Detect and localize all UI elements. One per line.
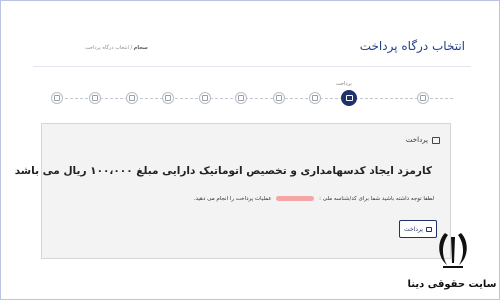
step-person-icon[interactable] [309,92,321,104]
briefcase-icon [276,95,282,101]
help-icon [202,95,208,101]
notice-before: لطفا توجه داشته باشید شما برای کد/شناسه … [319,196,434,202]
breadcrumb: سجام / انتخاب درگاه پرداخت [85,45,148,51]
card-heading: پرداخت [406,136,440,144]
fee-message: کارمزد ایجاد کدسهامداری و تخصیص اتوماتیک… [14,165,432,177]
step-card-icon[interactable] [89,92,101,104]
breadcrumb-page: انتخاب درگاه پرداخت [85,45,129,51]
step-info-icon[interactable] [417,92,429,104]
app-frame: انتخاب درگاه پرداخت سجام / انتخاب درگاه … [0,0,500,300]
person-icon [312,95,318,101]
notice-after: عملیات پرداخت را انجام می دهید. [193,196,272,202]
bank-icon [238,95,244,101]
image-icon [129,95,135,101]
step-help-icon[interactable] [199,92,211,104]
scales-logo-icon [439,233,467,268]
document-icon [165,95,171,101]
pay-button-label: پرداخت [404,225,423,233]
payment-icon [432,136,440,144]
step-briefcase-icon[interactable] [273,92,285,104]
step-clipboard-icon[interactable] [51,92,63,104]
notice-text: لطفا توجه داشته باشید شما برای کد/شناسه … [49,196,434,202]
clipboard-icon [54,95,60,101]
pay-button[interactable]: پرداخت [399,220,437,238]
watermark-text: سایت حقوقی دینا [407,279,497,290]
progress-steps: پرداخت [33,81,471,117]
card-heading-text: پرداخت [405,136,428,144]
steps-connector [55,98,453,99]
payment-icon [425,226,432,232]
step-bank-icon[interactable] [235,92,247,104]
page-header: انتخاب درگاه پرداخت سجام / انتخاب درگاه … [33,27,471,67]
card-icon [92,95,98,101]
info-icon [420,95,426,101]
page-title: انتخاب درگاه پرداخت [359,39,465,53]
breadcrumb-separator: / [130,45,133,51]
step-image-icon[interactable] [126,92,138,104]
active-step-label: پرداخت [336,81,352,87]
step-document-icon[interactable] [162,92,174,104]
breadcrumb-home[interactable]: سجام [134,45,148,51]
redacted-national-id [276,196,315,201]
payment-card: پرداخت کارمزد ایجاد کدسهامداری و تخصیص ا… [14,123,451,259]
payment-icon [345,95,353,101]
step-payment-active[interactable] [341,90,357,106]
